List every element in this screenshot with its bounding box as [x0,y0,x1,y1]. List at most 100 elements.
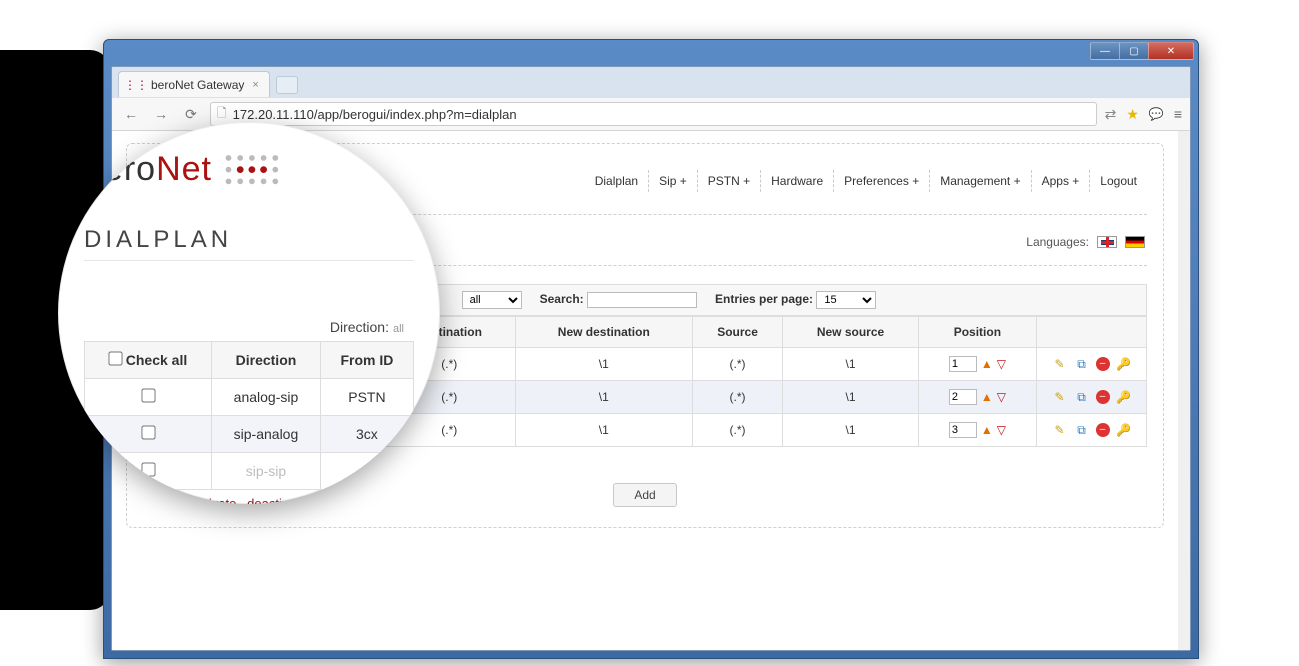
row-checkbox[interactable] [141,463,155,477]
flag-de-icon[interactable] [1125,236,1145,248]
magnifier-direction-label: Direction:all [84,319,414,335]
cell-src: (.*) [692,381,783,414]
menu-preferences[interactable]: Preferences + [834,170,930,192]
search-input[interactable] [587,292,697,308]
col-source: Source [692,317,783,348]
table-row: analog-sipPSTN [85,379,414,416]
star-icon[interactable]: ★ [1126,106,1139,123]
search-label: Search: [540,292,584,306]
position-input[interactable] [949,389,977,405]
edit-icon[interactable]: ✎ [1052,356,1068,372]
col-newsource: New source [783,317,918,348]
delete-icon[interactable]: – [1096,423,1110,437]
delete-icon[interactable]: – [1096,357,1110,371]
menu-pstn[interactable]: PSTN + [698,170,761,192]
entries-select[interactable]: 15 [816,291,876,309]
move-down-icon[interactable]: ▽ [997,390,1006,404]
cell-actions: ✎ ⧉–🔑 [1037,414,1147,447]
position-input[interactable] [949,356,977,372]
menu-dialplan[interactable]: Dialplan [585,170,649,192]
tab-title: beroNet Gateway [151,78,244,92]
magnifier-overlay: beroNet DIALPLAN Direction:all Check al [58,122,440,504]
cell-newdest: \1 [515,414,692,447]
move-down-icon[interactable]: ▽ [997,357,1006,371]
copy-icon[interactable]: ⧉ [1074,356,1090,372]
menu-logout[interactable]: Logout [1090,170,1147,192]
mag-col-from: From ID [320,342,413,379]
window-titlebar: — ▢ ✕ [104,40,1198,66]
menu-apps[interactable]: Apps + [1032,170,1091,192]
tab-close-icon[interactable]: × [252,79,258,91]
key-icon[interactable]: 🔑 [1116,389,1132,405]
cell-position: ▲▽ [918,381,1036,414]
add-button[interactable]: Add [613,483,676,507]
new-tab-button[interactable] [276,76,298,94]
key-icon[interactable]: 🔑 [1116,422,1132,438]
magnifier-bulk-actions[interactable]: activate , deactivate [84,496,414,504]
table-row: sip-analog3cx [85,416,414,453]
cell-newdest: \1 [515,348,692,381]
cell-newdest: \1 [515,381,692,414]
mag-col-direction: Direction [212,342,321,379]
translate-icon[interactable]: ⇄ [1105,106,1117,123]
flag-uk-icon[interactable] [1097,236,1117,248]
key-icon[interactable]: 🔑 [1116,356,1132,372]
tab-strip: ⋮⋮ beroNet Gateway × [112,67,1190,97]
menu-management[interactable]: Management + [930,170,1031,192]
languages-label: Languages: [1026,235,1089,249]
copy-icon[interactable]: ⧉ [1074,422,1090,438]
main-menu: Dialplan Sip + PSTN + Hardware Preferenc… [585,170,1147,192]
delete-icon[interactable]: – [1096,390,1110,404]
col-newdest: New destination [515,317,692,348]
edit-icon[interactable]: ✎ [1052,389,1068,405]
table-row: sip-sip [85,453,414,490]
row-checkbox[interactable] [141,426,155,440]
favicon-icon: ⋮⋮ [129,78,143,92]
cell-from [320,453,413,490]
menu-hardware[interactable]: Hardware [761,170,834,192]
position-input[interactable] [949,422,977,438]
url-text: 172.20.11.110/app/berogui/index.php?m=di… [233,107,517,122]
menu-sip[interactable]: Sip + [649,170,698,192]
move-up-icon[interactable]: ▲ [981,423,993,437]
cell-newsrc: \1 [783,348,918,381]
cell-direction: sip-analog [212,416,321,453]
cell-src: (.*) [692,414,783,447]
magnifier-table: Check all Direction From ID analog-sipPS… [84,341,414,490]
row-checkbox[interactable] [141,389,155,403]
direction-select[interactable]: all [462,291,522,309]
magnifier-logo: beroNet [84,150,414,194]
window-maximize-button[interactable]: ▢ [1119,42,1149,60]
browser-tab[interactable]: ⋮⋮ beroNet Gateway × [118,71,270,97]
menu-icon[interactable]: ≡ [1174,106,1182,122]
scrollbar[interactable] [1178,131,1190,650]
edit-icon[interactable]: ✎ [1052,422,1068,438]
cell-actions: ✎ ⧉–🔑 [1037,381,1147,414]
copy-icon[interactable]: ⧉ [1074,389,1090,405]
extension-icons: ⇄ ★ 💬 ≡ [1105,106,1182,123]
move-down-icon[interactable]: ▽ [997,423,1006,437]
cell-src: (.*) [692,348,783,381]
mag-col-check: Check all [85,342,212,379]
move-up-icon[interactable]: ▲ [981,357,993,371]
logo-part2: Net [156,150,212,188]
cell-from: 3cx [320,416,413,453]
entries-label: Entries per page: [715,292,813,306]
move-up-icon[interactable]: ▲ [981,390,993,404]
window-close-button[interactable]: ✕ [1148,42,1194,60]
col-actions [1037,317,1147,348]
check-all-checkbox[interactable] [108,352,122,366]
window-minimize-button[interactable]: — [1090,42,1120,60]
logo-part1: bero [84,150,156,188]
cell-position: ▲▽ [918,348,1036,381]
cell-direction: analog-sip [212,379,321,416]
cell-newsrc: \1 [783,381,918,414]
cell-actions: ✎ ⧉–🔑 [1037,348,1147,381]
cell-position: ▲▽ [918,414,1036,447]
chat-icon[interactable]: 💬 [1149,107,1164,121]
language-switcher: Languages: [1026,235,1145,249]
col-position: Position [918,317,1036,348]
cell-from: PSTN [320,379,413,416]
cell-newsrc: \1 [783,414,918,447]
cell-direction: sip-sip [212,453,321,490]
